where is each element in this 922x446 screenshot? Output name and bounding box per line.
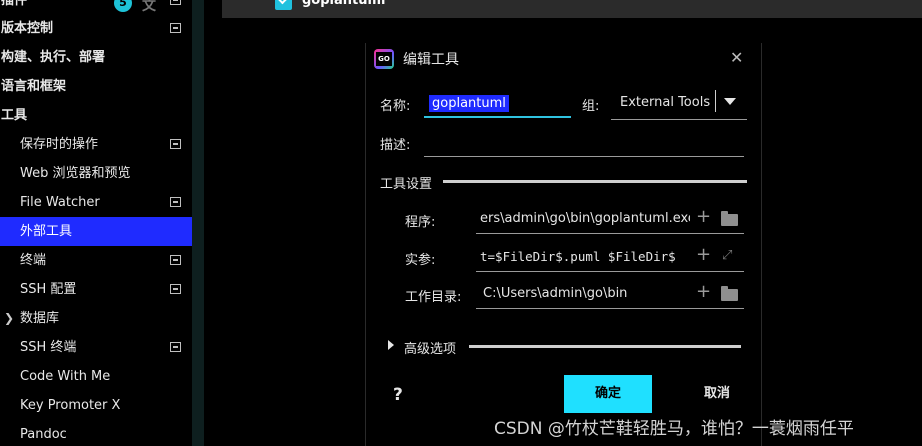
- sidebar-item-key-promoter[interactable]: Key Promoter X: [0, 391, 204, 420]
- chevron-right-icon[interactable]: [388, 340, 394, 350]
- edit-tool-dialog: 编辑工具 ✕ 名称: goplantuml 组: External Tools …: [365, 43, 762, 446]
- expand-icon[interactable]: ⤢: [722, 248, 732, 263]
- description-input[interactable]: [424, 131, 744, 155]
- name-input-underline: [424, 116, 571, 118]
- plus-icon[interactable]: +: [696, 246, 711, 264]
- dropdown-separator: [715, 90, 716, 112]
- project-scope-icon: [170, 255, 181, 265]
- project-scope-icon: [170, 197, 181, 207]
- sidebar-item-build[interactable]: 构建、执行、部署: [0, 43, 204, 72]
- sidebar-item-ssh-terminal[interactable]: SSH 终端: [0, 333, 204, 362]
- dropdown-arrow-icon[interactable]: [724, 98, 736, 105]
- arguments-input[interactable]: t=$FileDir$.puml $FileDir$: [480, 249, 690, 264]
- sidebar-item-label: SSH 终端: [20, 340, 77, 355]
- tool-list-item-label: goplantuml: [302, 0, 386, 8]
- sidebar-item-label: Web 浏览器和预览: [20, 166, 131, 181]
- updates-badge: 5: [114, 0, 132, 12]
- sidebar-item-tools[interactable]: 工具: [0, 101, 204, 130]
- name-input[interactable]: goplantuml: [429, 95, 509, 112]
- sidebar-item-web-browsers[interactable]: Web 浏览器和预览: [0, 159, 204, 188]
- sidebar-item-label: 保存时的操作: [20, 137, 99, 152]
- working-directory-input[interactable]: C:\Users\admin\go\bin: [483, 286, 688, 301]
- name-label: 名称:: [380, 99, 411, 114]
- program-label: 程序:: [405, 215, 436, 230]
- settings-sidebar: 插件 5 文 版本控制 构建、执行、部署 语言和框架 工具 保存时的操作 Web…: [0, 0, 203, 446]
- arguments-underline: [476, 271, 744, 272]
- sidebar-item-label: 工具: [1, 108, 28, 123]
- folder-icon[interactable]: [721, 286, 738, 301]
- arguments-label: 实参:: [405, 253, 436, 268]
- program-underline: [476, 233, 744, 234]
- sidebar-item-version-control[interactable]: 版本控制: [0, 14, 204, 43]
- sidebar-item-terminal[interactable]: 终端: [0, 246, 204, 275]
- sidebar-item-label: 构建、执行、部署: [1, 50, 106, 65]
- sidebar-item-label: 插件: [1, 0, 28, 8]
- advanced-options-toggle[interactable]: 高级选项: [404, 338, 456, 357]
- sidebar-item-label: File Watcher: [20, 195, 100, 210]
- program-input[interactable]: ers\admin\go\bin\goplantuml.exe: [480, 211, 690, 226]
- dialog-title: 编辑工具: [403, 52, 459, 68]
- project-scope-icon: [170, 284, 181, 294]
- sidebar-item-label: 终端: [20, 253, 47, 268]
- project-scope-icon: [170, 23, 181, 33]
- sidebar-item-label: 语言和框架: [1, 79, 67, 94]
- help-icon[interactable]: ?: [393, 385, 403, 405]
- working-directory-underline: [476, 308, 744, 309]
- cancel-button[interactable]: 取消: [669, 375, 765, 413]
- sidebar-item-label: SSH 配置: [20, 282, 77, 297]
- sidebar-item-ssh-config[interactable]: SSH 配置: [0, 275, 204, 304]
- sidebar-item-database[interactable]: ❯ 数据库: [0, 304, 204, 333]
- sidebar-item-code-with-me[interactable]: Code With Me: [0, 362, 204, 391]
- sidebar-item-file-watcher[interactable]: File Watcher: [0, 188, 204, 217]
- sidebar-item-label: Pandoc: [20, 427, 67, 442]
- sidebar-item-actions-on-save[interactable]: 保存时的操作: [0, 130, 204, 159]
- chevron-right-icon[interactable]: ❯: [4, 304, 14, 333]
- watermark-text: CSDN @竹杖芒鞋轻胜马，谁怕？一蓑烟雨任平: [494, 419, 854, 439]
- working-directory-label: 工作目录:: [405, 290, 462, 305]
- sidebar-item-plugins[interactable]: 插件 5 文: [0, 0, 204, 15]
- sidebar-item-pandoc[interactable]: Pandoc: [0, 420, 204, 446]
- sidebar-item-label: 数据库: [20, 311, 60, 326]
- group-dropdown-value: External Tools: [620, 95, 711, 110]
- goland-logo-icon: [374, 49, 394, 69]
- section-divider: [469, 345, 741, 348]
- ok-button[interactable]: 确定: [564, 375, 652, 413]
- group-label: 组:: [582, 99, 600, 114]
- sidebar-item-label: Code With Me: [20, 369, 111, 384]
- sidebar-divider: [192, 0, 204, 446]
- plus-icon[interactable]: +: [696, 208, 711, 226]
- sidebar-item-label: 外部工具: [20, 224, 73, 239]
- project-scope-icon: [170, 0, 181, 5]
- plus-icon[interactable]: +: [696, 283, 711, 301]
- folder-icon[interactable]: [721, 211, 738, 226]
- description-underline: [424, 156, 744, 157]
- project-scope-icon: [170, 139, 181, 149]
- sidebar-item-external-tools[interactable]: 外部工具: [0, 217, 203, 246]
- close-icon[interactable]: ✕: [730, 48, 743, 67]
- sidebar-item-languages[interactable]: 语言和框架: [0, 72, 204, 101]
- description-label: 描述:: [380, 138, 411, 153]
- sidebar-item-label: 版本控制: [1, 21, 54, 36]
- sidebar-item-label: Key Promoter X: [20, 398, 121, 413]
- project-scope-icon: [170, 342, 181, 352]
- section-divider: [443, 180, 747, 183]
- tool-settings-heading: 工具设置: [380, 177, 433, 192]
- tool-enabled-checkbox[interactable]: [275, 0, 292, 10]
